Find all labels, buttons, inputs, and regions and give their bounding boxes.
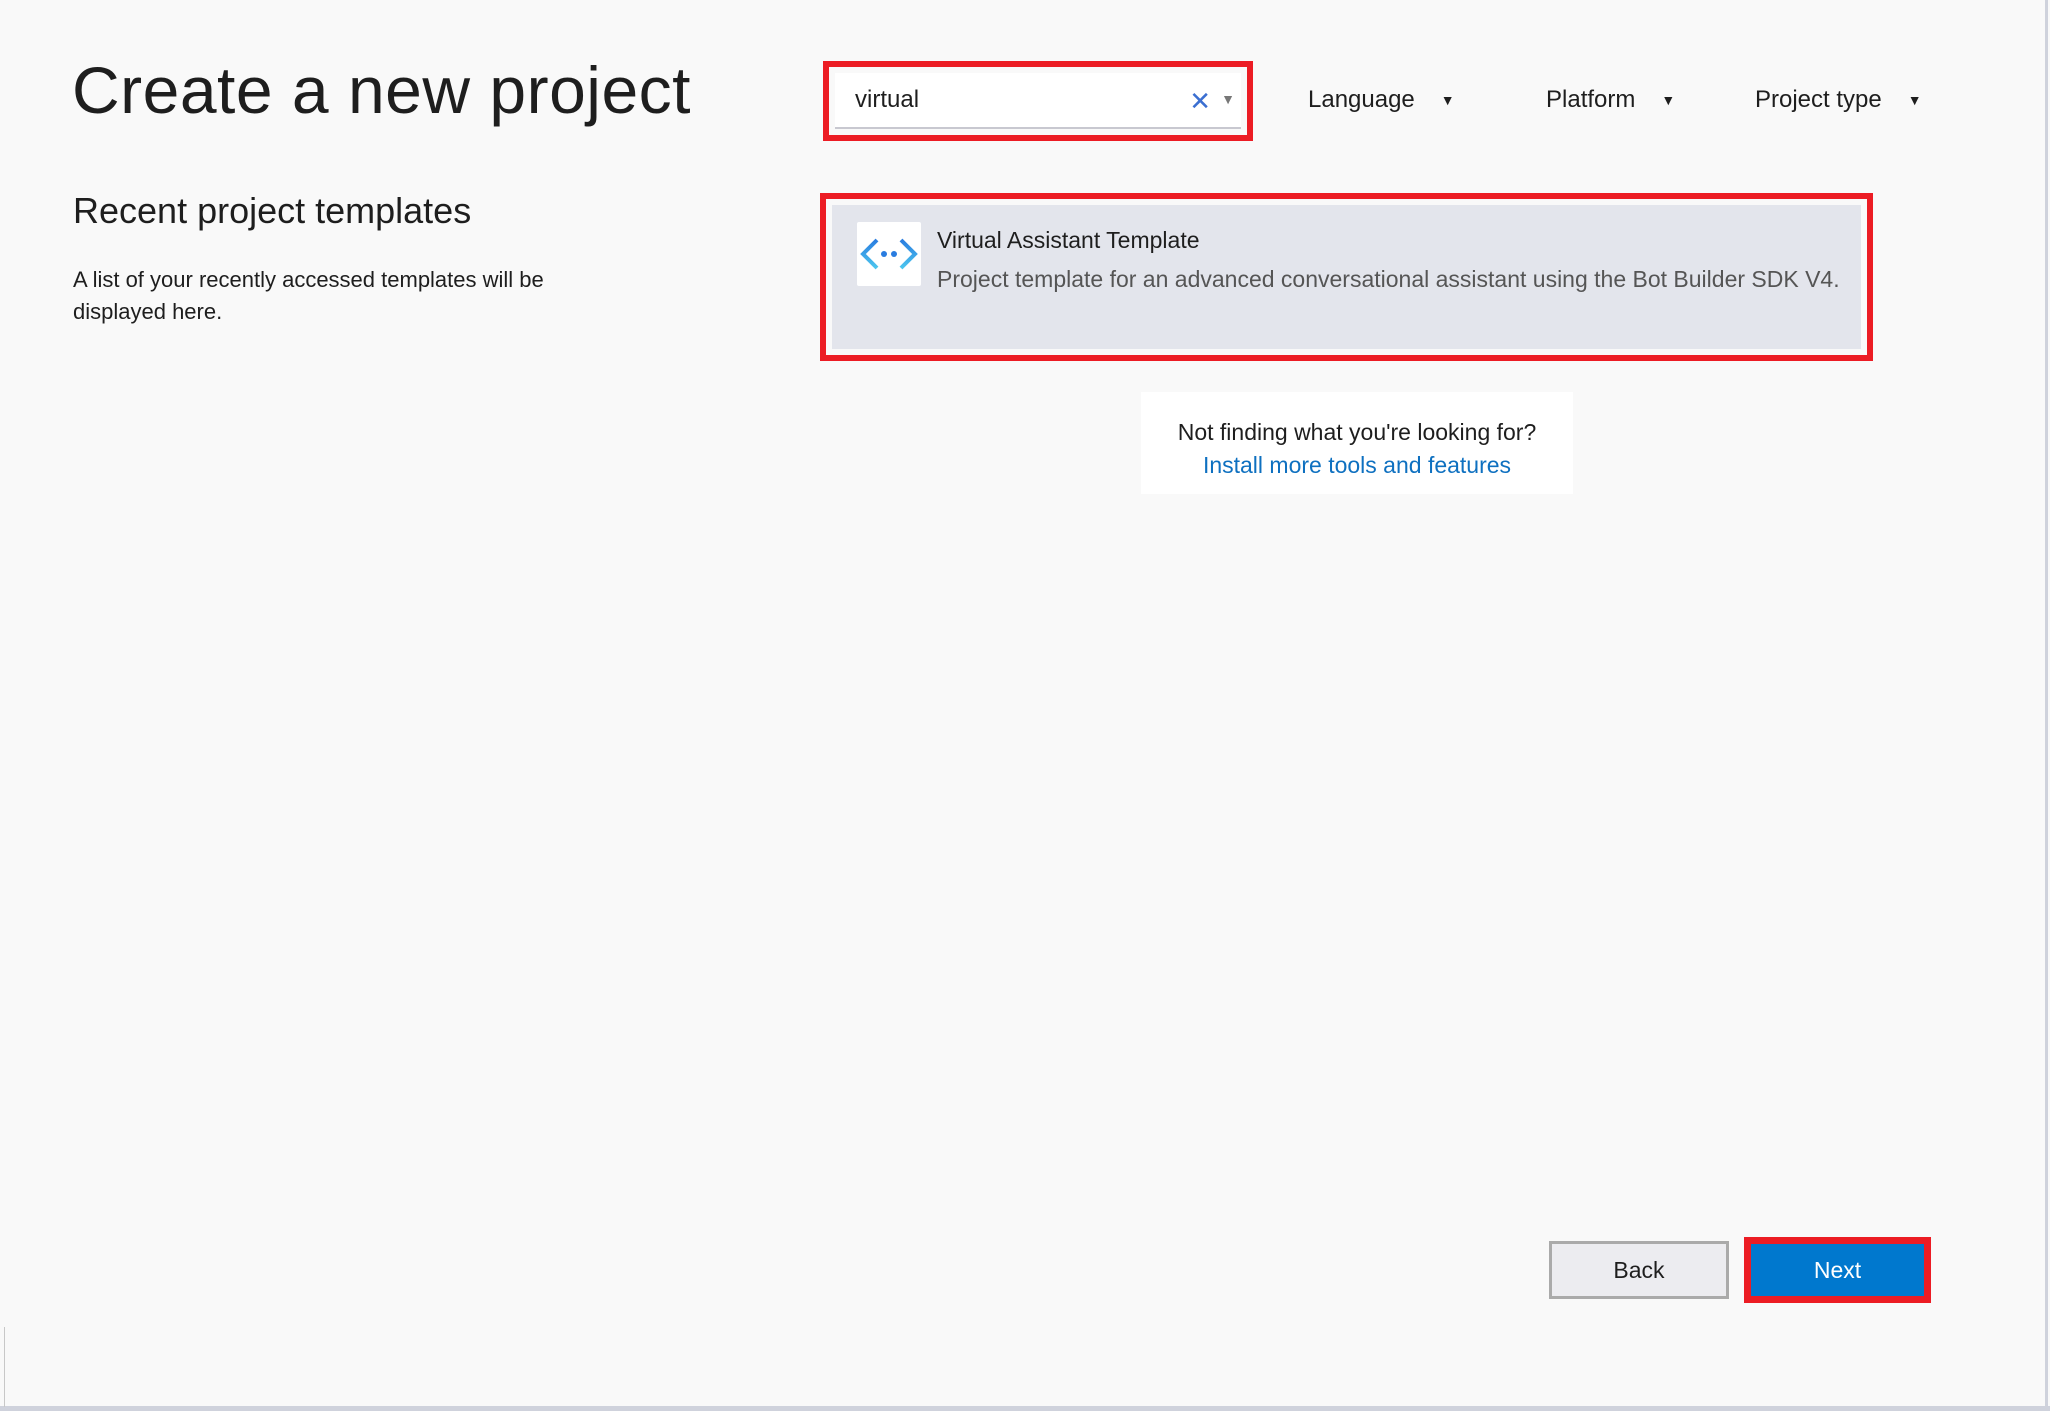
search-input[interactable] bbox=[855, 86, 1175, 114]
next-highlight: Next bbox=[1744, 1237, 1931, 1303]
window-border-right bbox=[2045, 0, 2048, 1411]
caret-down-icon: ▼ bbox=[1907, 92, 1922, 108]
filter-label: Platform bbox=[1546, 86, 1636, 113]
template-highlight: Virtual Assistant Template Project templ… bbox=[820, 193, 1873, 361]
template-item[interactable]: Virtual Assistant Template Project templ… bbox=[832, 205, 1861, 349]
install-more-tools-link[interactable]: Install more tools and features bbox=[1203, 452, 1511, 478]
code-brackets-icon bbox=[857, 222, 921, 286]
search-box[interactable]: ✕ ▼ bbox=[835, 73, 1241, 129]
template-description: Project template for an advanced convers… bbox=[937, 266, 1840, 292]
caret-down-icon: ▼ bbox=[1440, 92, 1455, 108]
recent-templates-description: A list of your recently accessed templat… bbox=[73, 267, 544, 324]
filter-platform[interactable]: Platform ▼ bbox=[1546, 86, 1675, 114]
next-button[interactable]: Next bbox=[1751, 1244, 1924, 1296]
filter-label: Project type bbox=[1755, 86, 1882, 113]
caret-down-icon: ▼ bbox=[1661, 92, 1676, 108]
back-button[interactable]: Back bbox=[1549, 1241, 1729, 1299]
window-border-bottom bbox=[0, 1406, 2050, 1411]
filter-label: Language bbox=[1308, 86, 1415, 113]
caret-down-icon[interactable]: ▼ bbox=[1221, 91, 1235, 107]
page-title: Create a new project bbox=[72, 53, 691, 127]
filter-language[interactable]: Language ▼ bbox=[1308, 86, 1455, 114]
divider bbox=[4, 1327, 5, 1407]
not-finding-panel: Not finding what you're looking for? Ins… bbox=[1141, 392, 1573, 494]
filter-project-type[interactable]: Project type ▼ bbox=[1755, 86, 1922, 114]
template-title: Virtual Assistant Template bbox=[937, 227, 1200, 253]
not-finding-text: Not finding what you're looking for? bbox=[1177, 419, 1537, 445]
search-highlight: ✕ ▼ bbox=[823, 61, 1253, 141]
recent-templates-heading: Recent project templates bbox=[73, 190, 472, 231]
close-icon[interactable]: ✕ bbox=[1189, 86, 1211, 117]
